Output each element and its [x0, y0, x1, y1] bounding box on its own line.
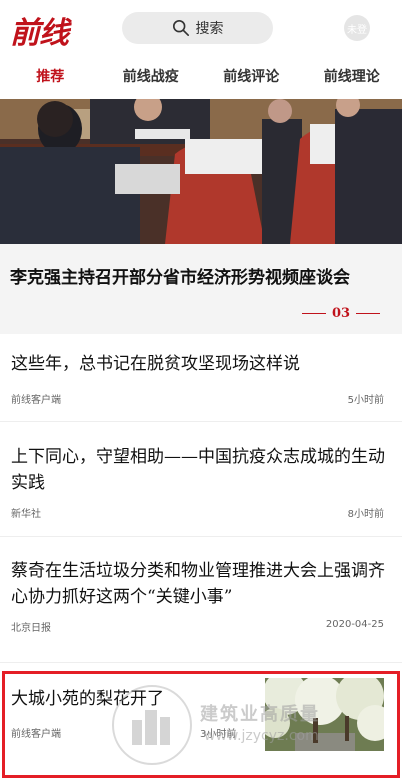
meeting-photo	[0, 99, 402, 244]
tab-frontline-theory[interactable]: 前线理论	[302, 55, 402, 99]
tab-frontline-commentary[interactable]: 前线评论	[201, 55, 302, 99]
search-icon	[172, 19, 189, 37]
indicator-line-right	[356, 312, 381, 314]
tab-frontline-epidemic[interactable]: 前线战疫	[101, 55, 202, 99]
indicator-line-left	[301, 312, 326, 314]
hero-image[interactable]	[0, 99, 402, 244]
article-source: 北京日报	[11, 623, 51, 634]
article-source: 前线客户端	[11, 729, 61, 740]
app-header: 前线 搜索 未登	[0, 0, 402, 55]
watermark-url: www.jzycyz.com	[204, 728, 319, 744]
article-item[interactable]: 这些年，总书记在脱贫攻坚现场这样说 前线客户端 5小时前	[0, 334, 402, 422]
article-item[interactable]: 上下同心，守望相助——中国抗疫众志成城的生动实践 新华社 8小时前	[0, 422, 402, 537]
article-item[interactable]: 蔡奇在生活垃圾分类和物业管理推进大会上强调齐心协力抓好这两个“关键小事” 北京日…	[0, 537, 402, 663]
search-label: 搜索	[195, 21, 224, 37]
article-title[interactable]: 这些年，总书记在脱贫攻坚现场这样说	[11, 351, 386, 377]
watermark-seal-icon	[112, 685, 192, 765]
article-source: 新华社	[11, 509, 41, 520]
hero-title[interactable]: 李克强主持召开部分省市经济形势视频座谈会	[10, 263, 395, 288]
article-time: 8小时前	[347, 509, 384, 520]
article-title[interactable]: 上下同心，守望相助——中国抗疫众志成城的生动实践	[11, 444, 386, 496]
user-avatar-icon[interactable]: 未登	[344, 15, 370, 41]
article-title[interactable]: 蔡奇在生活垃圾分类和物业管理推进大会上强调齐心协力抓好这两个“关键小事”	[11, 558, 386, 610]
carousel-indicator: 03	[298, 304, 384, 322]
carousel-page-number: 03	[331, 305, 351, 321]
category-tabs: 推荐 前线战疫 前线评论 前线理论	[0, 55, 402, 99]
building-icon	[132, 710, 170, 745]
app-logo[interactable]: 前线	[10, 8, 69, 52]
search-bar[interactable]: 搜索	[122, 12, 273, 44]
article-source: 前线客户端	[11, 395, 61, 406]
article-time: 2020-04-25	[325, 619, 384, 630]
watermark-name: 建筑业高质量	[200, 704, 320, 725]
article-time: 5小时前	[347, 395, 384, 406]
tab-recommend[interactable]: 推荐	[0, 55, 101, 99]
